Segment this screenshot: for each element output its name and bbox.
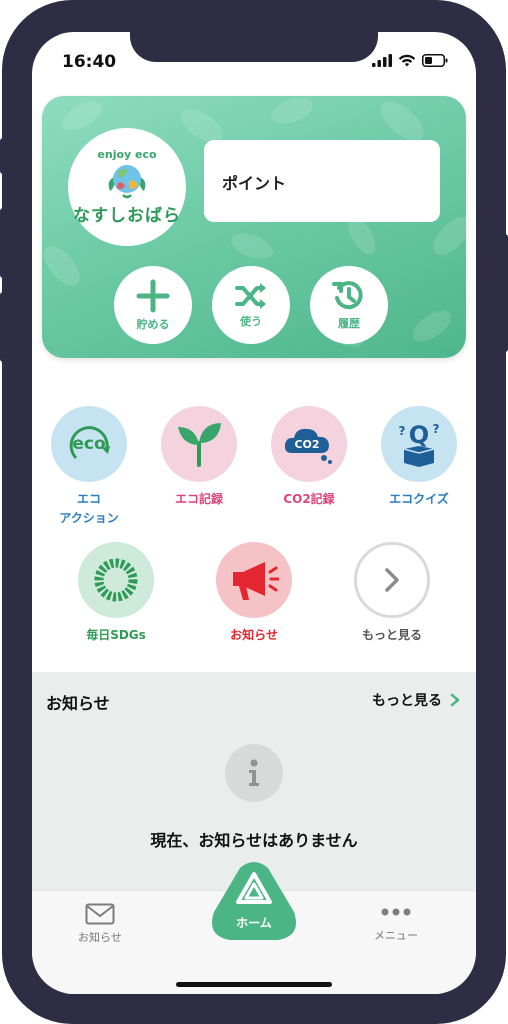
menu-eco-record[interactable]: エコ記録 — [149, 406, 249, 509]
tab-home-label: ホーム — [236, 916, 272, 930]
svg-text:?: ? — [399, 424, 406, 438]
menu-daily-sdgs-label: 毎日SDGs — [86, 628, 146, 642]
history-button[interactable]: 履歴 — [310, 266, 388, 344]
svg-text:?: ? — [433, 422, 440, 436]
chevron-right-icon — [354, 542, 430, 618]
sdgs-wheel-icon — [78, 542, 154, 618]
menu-eco-quiz[interactable]: Q ? ? エコクイズ — [369, 406, 469, 509]
earn-button-label: 貯める — [136, 318, 170, 331]
more-dots-icon — [381, 908, 411, 916]
use-button-label: 使う — [240, 315, 262, 328]
tab-notifications[interactable]: お知らせ — [78, 903, 122, 945]
chevron-right-icon — [450, 693, 460, 707]
quiz-box-icon: Q ? ? — [381, 406, 457, 482]
tab-notifications-label: お知らせ — [78, 931, 122, 944]
logo-wordmark: なすしおばら — [73, 206, 181, 226]
home-indicator[interactable] — [176, 982, 332, 987]
menu-eco-action-label-line2: アクション — [59, 511, 119, 525]
menu-co2-record[interactable]: CO2 CO2記録 — [259, 406, 359, 509]
news-section: お知らせ もっと見る 現在、お知らせはありません — [32, 672, 476, 892]
mail-icon — [85, 903, 115, 925]
menu-see-more-label: もっと見る — [361, 628, 422, 642]
app-logo: enjoy eco なすしおばら — [68, 128, 186, 246]
tab-home[interactable]: ホーム — [210, 860, 298, 944]
menu-eco-action[interactable]: eco エコ アクション — [39, 406, 139, 528]
logo-tagline: enjoy eco — [97, 148, 157, 161]
phone-frame: 16:40 enjoy eco なすしおばら ポイント 貯める 使う 履歴 ec… — [0, 0, 508, 1024]
menu-eco-action-label-line1: エコ — [76, 492, 101, 506]
point-balance-box[interactable]: ポイント — [204, 140, 440, 222]
menu-notifications[interactable]: お知らせ — [204, 542, 304, 645]
svg-text:eco: eco — [72, 434, 105, 454]
menu-eco-action-label: エコ アクション — [59, 490, 118, 528]
history-icon — [332, 281, 363, 310]
megaphone-icon — [216, 542, 292, 618]
sprout-icon — [161, 406, 237, 482]
wifi-icon — [398, 54, 416, 67]
svg-text:CO2: CO2 — [294, 438, 319, 451]
home-button-shape — [212, 862, 296, 940]
eco-action-icon: eco — [51, 406, 127, 482]
news-see-more-label: もっと見る — [372, 693, 442, 709]
plus-icon — [136, 279, 170, 313]
earn-button[interactable]: 貯める — [114, 266, 192, 344]
menu-co2-record-label: CO2記録 — [283, 492, 335, 506]
cellular-signal-icon — [372, 54, 392, 67]
tab-menu[interactable]: メニュー — [374, 907, 418, 943]
menu-eco-quiz-label: エコクイズ — [389, 492, 449, 506]
svg-text:Q: Q — [409, 421, 429, 449]
news-see-more-link[interactable]: もっと見る — [372, 690, 460, 710]
globe-logo-icon — [108, 165, 146, 199]
point-card: enjoy eco なすしおばら ポイント 貯める 使う 履歴 — [42, 96, 466, 358]
battery-icon — [422, 54, 448, 67]
info-icon — [225, 744, 283, 802]
menu-eco-record-label: エコ記録 — [174, 492, 223, 506]
menu-daily-sdgs[interactable]: 毎日SDGs — [66, 542, 166, 645]
status-time: 16:40 — [62, 52, 117, 72]
news-empty-message: 現在、お知らせはありません — [150, 831, 358, 850]
co2-cloud-icon: CO2 — [271, 406, 347, 482]
notch — [130, 32, 378, 62]
tab-menu-label: メニュー — [374, 929, 418, 942]
shuffle-icon — [235, 283, 266, 309]
menu-see-more[interactable]: もっと見る — [342, 542, 442, 645]
history-button-label: 履歴 — [338, 317, 360, 330]
screen: 16:40 enjoy eco なすしおばら ポイント 貯める 使う 履歴 ec… — [32, 32, 476, 994]
point-label: ポイント — [222, 174, 287, 193]
status-icons — [372, 54, 448, 67]
news-section-title: お知らせ — [46, 694, 110, 713]
menu-notifications-label: お知らせ — [230, 628, 278, 642]
use-button[interactable]: 使う — [212, 266, 290, 344]
